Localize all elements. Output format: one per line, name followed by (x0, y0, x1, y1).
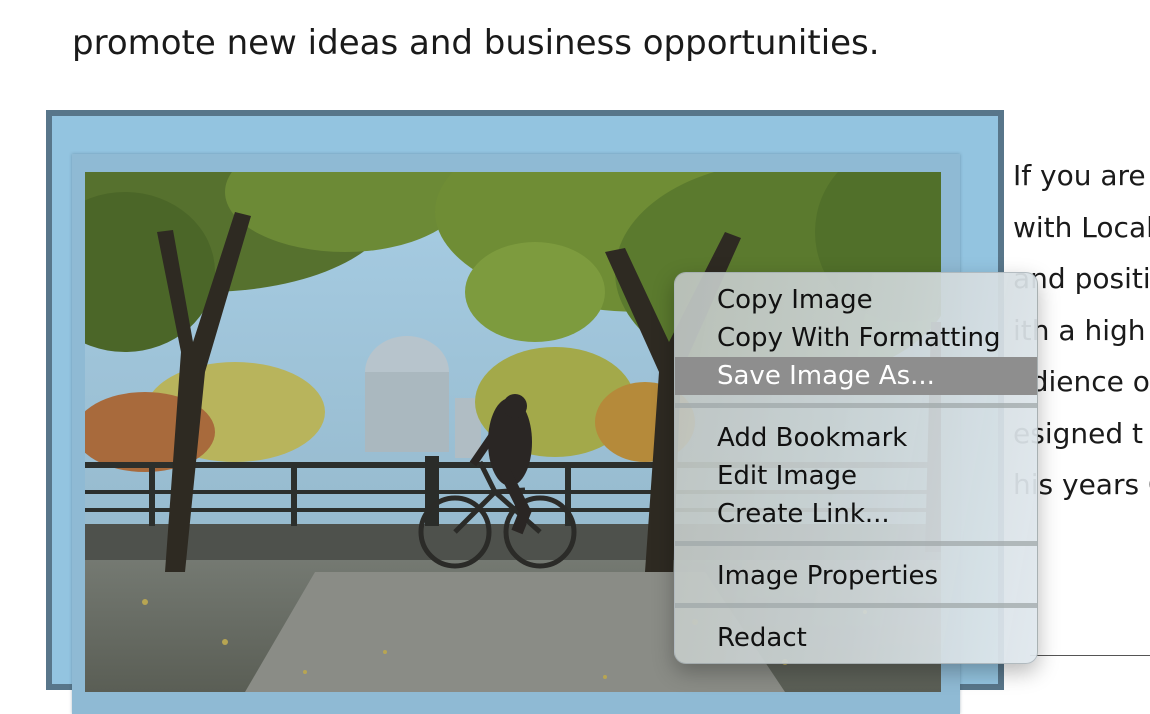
side-text-line: If you are l (1013, 159, 1150, 192)
menu-item-create-link[interactable]: Create Link... (675, 495, 1037, 533)
menu-separator (675, 603, 1037, 608)
image-context-menu: Copy Image Copy With Formatting Save Ima… (674, 272, 1038, 664)
menu-separator (675, 403, 1037, 408)
menu-item-add-bookmark[interactable]: Add Bookmark (675, 419, 1037, 457)
menu-item-edit-image[interactable]: Edit Image (675, 457, 1037, 495)
menu-item-save-image-as[interactable]: Save Image As... (675, 357, 1037, 395)
intro-text-line: promote new ideas and business opportuni… (72, 23, 880, 63)
side-text-line: with Local, (1013, 210, 1150, 244)
menu-item-image-properties[interactable]: Image Properties (675, 557, 1037, 595)
menu-item-copy-with-formatting[interactable]: Copy With Formatting (675, 319, 1037, 357)
menu-item-copy-image[interactable]: Copy Image (675, 281, 1037, 319)
menu-separator (675, 541, 1037, 546)
menu-item-redact[interactable]: Redact (675, 619, 1037, 657)
divider-line (1030, 655, 1150, 656)
